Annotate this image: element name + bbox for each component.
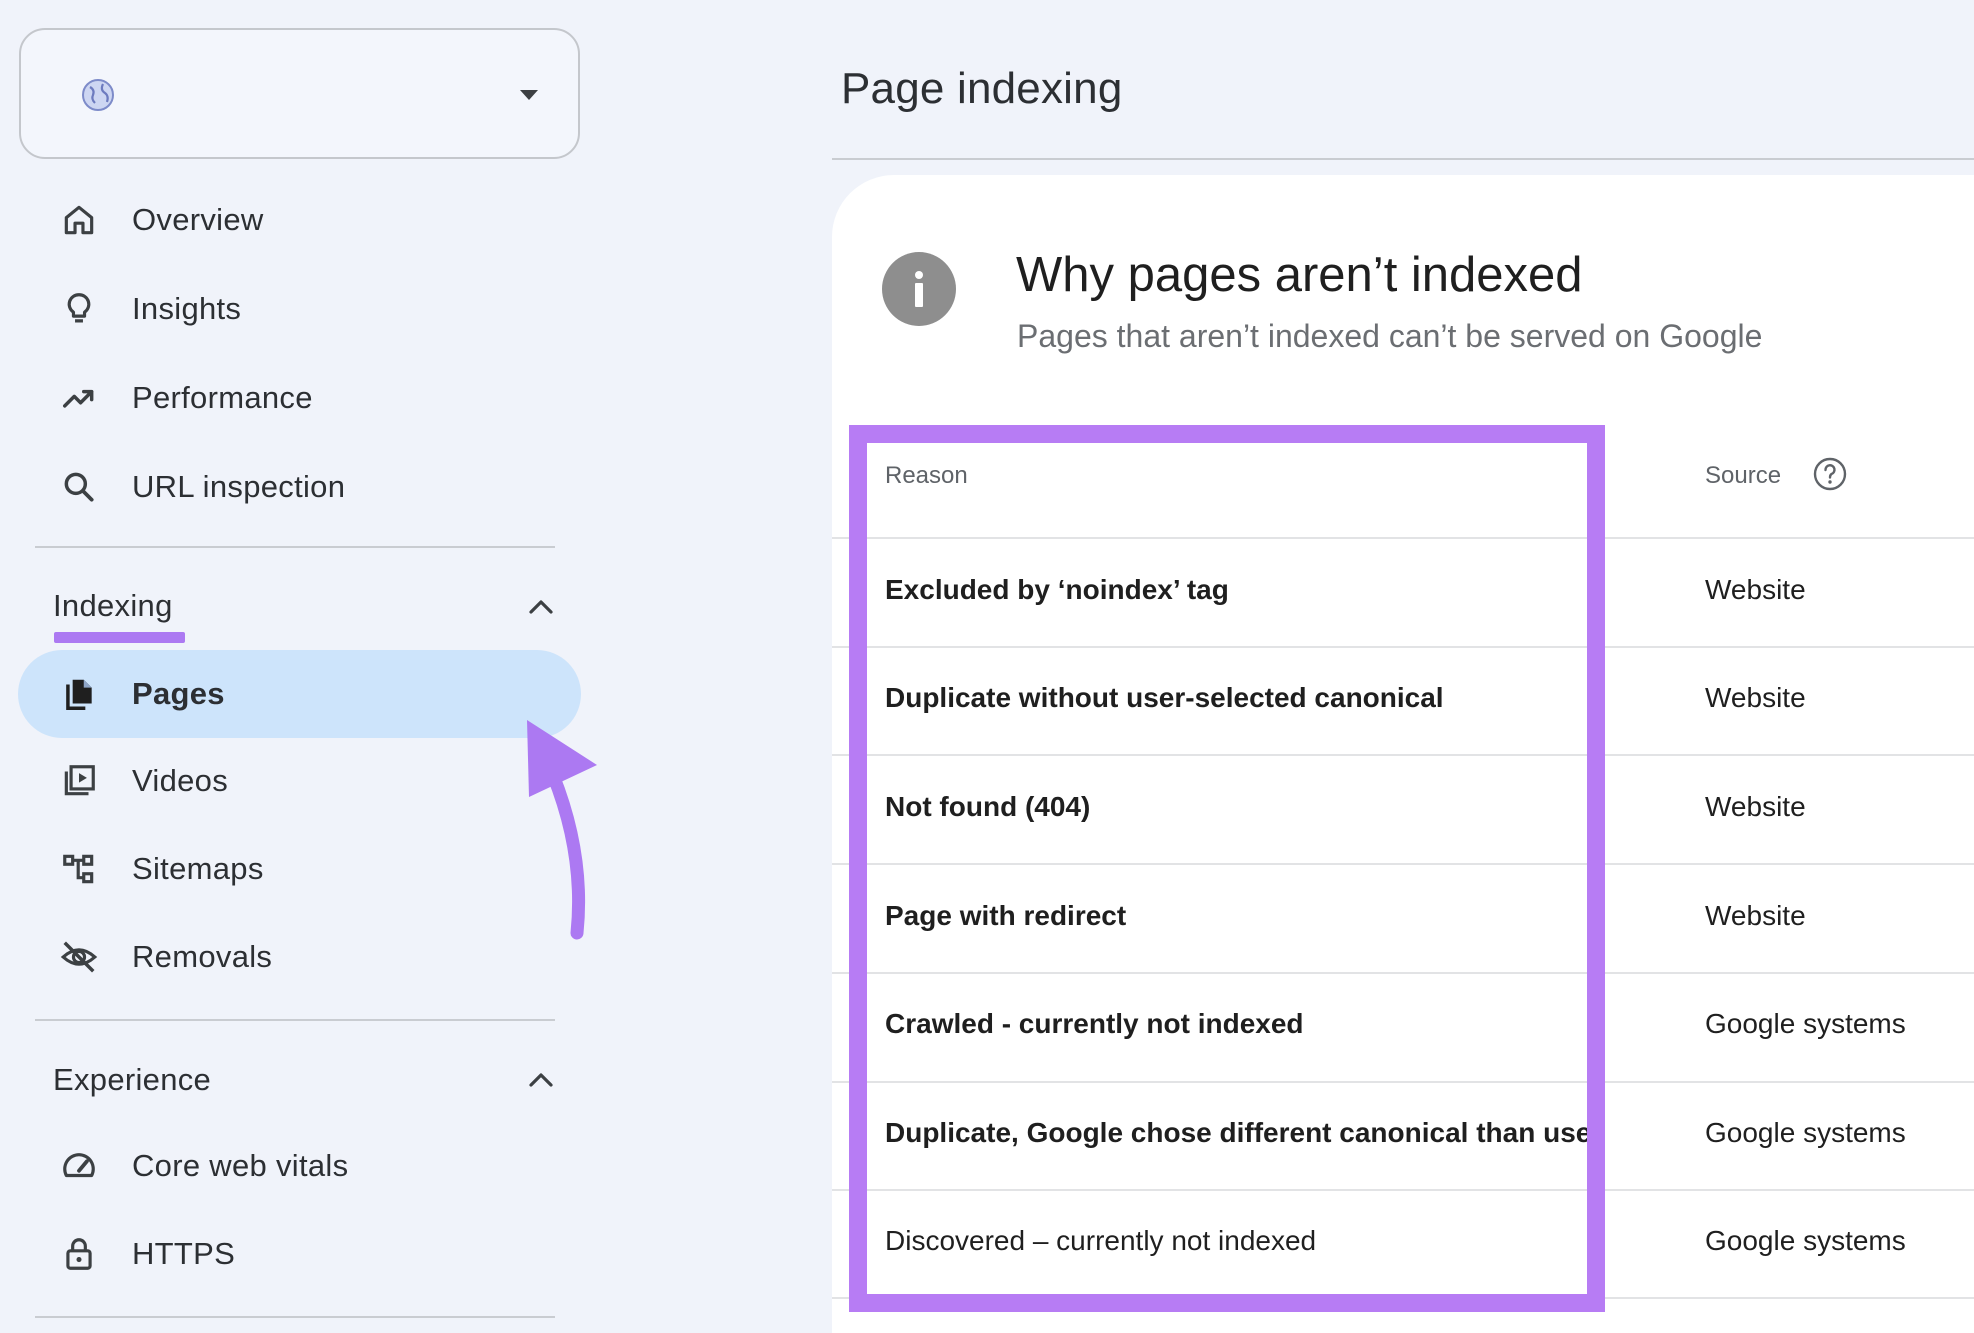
nav-label-performance: Performance: [132, 380, 313, 415]
sidebar-divider: [35, 546, 555, 548]
trending-up-icon: [58, 377, 100, 419]
sitemap-icon: [58, 848, 100, 890]
table-row-source: Website: [1705, 791, 1806, 822]
speed-gauge-icon: [58, 1145, 100, 1187]
nav-item-pages[interactable]: Pages: [58, 664, 225, 724]
info-icon: [882, 252, 956, 326]
home-icon: [58, 199, 100, 241]
page-title: Page indexing: [841, 64, 1123, 113]
table-row-source: Google systems: [1705, 1117, 1906, 1148]
indexing-underline-highlight: [54, 632, 185, 643]
table-row-source: Google systems: [1705, 1225, 1906, 1256]
table-row-source: Google systems: [1705, 1008, 1906, 1039]
chevron-up-icon[interactable]: [527, 597, 555, 615]
nav-label-insights: Insights: [132, 291, 242, 326]
search-icon: [58, 466, 100, 508]
nav-item-url-inspection[interactable]: URL inspection: [58, 457, 345, 517]
dropdown-caret-icon[interactable]: [520, 90, 538, 100]
nav-label-videos: Videos: [132, 763, 229, 798]
nav-item-core-web-vitals[interactable]: Core web vitals: [58, 1136, 348, 1196]
table-row-source: Website: [1705, 574, 1806, 605]
chevron-up-icon[interactable]: [527, 1070, 555, 1088]
reason-column-highlight-box: [849, 425, 1605, 1312]
sidebar-divider: [35, 1316, 555, 1318]
nav-item-overview[interactable]: Overview: [58, 190, 264, 250]
card-title: Why pages aren’t indexed: [1016, 248, 1583, 302]
nav-label-core-web-vitals: Core web vitals: [132, 1148, 349, 1183]
lock-icon: [58, 1233, 100, 1275]
eye-off-icon: [58, 936, 100, 978]
card-subtitle: Pages that aren’t indexed can’t be serve…: [1017, 318, 1763, 354]
lightbulb-icon: [58, 288, 100, 330]
nav-label-https: HTTPS: [132, 1236, 236, 1271]
nav-label-sitemaps: Sitemaps: [132, 851, 264, 886]
pointer-arrow-annotation: [527, 720, 597, 940]
nav-item-sitemaps[interactable]: Sitemaps: [58, 839, 264, 899]
help-icon[interactable]: [1812, 456, 1848, 492]
nav-label-url-inspection: URL inspection: [132, 469, 346, 504]
video-library-icon: [58, 760, 100, 802]
table-row-source: Website: [1705, 900, 1806, 931]
nav-label-overview: Overview: [132, 202, 264, 237]
globe-icon: [82, 79, 114, 111]
title-divider: [832, 158, 1974, 160]
table-row-source: Website: [1705, 682, 1806, 713]
pages-icon: [58, 673, 100, 715]
nav-label-removals: Removals: [132, 939, 273, 974]
property-selector[interactable]: [19, 28, 580, 159]
nav-item-https[interactable]: HTTPS: [58, 1224, 235, 1284]
section-heading-experience[interactable]: Experience: [53, 1062, 211, 1098]
sidebar-divider: [35, 1019, 555, 1021]
nav-label-pages: Pages: [132, 676, 225, 711]
nav-item-videos[interactable]: Videos: [58, 751, 228, 811]
nav-item-insights[interactable]: Insights: [58, 279, 241, 339]
column-header-source[interactable]: Source: [1705, 462, 1781, 490]
nav-item-removals[interactable]: Removals: [58, 927, 272, 987]
nav-item-performance[interactable]: Performance: [58, 368, 313, 428]
section-heading-indexing[interactable]: Indexing: [53, 588, 173, 624]
